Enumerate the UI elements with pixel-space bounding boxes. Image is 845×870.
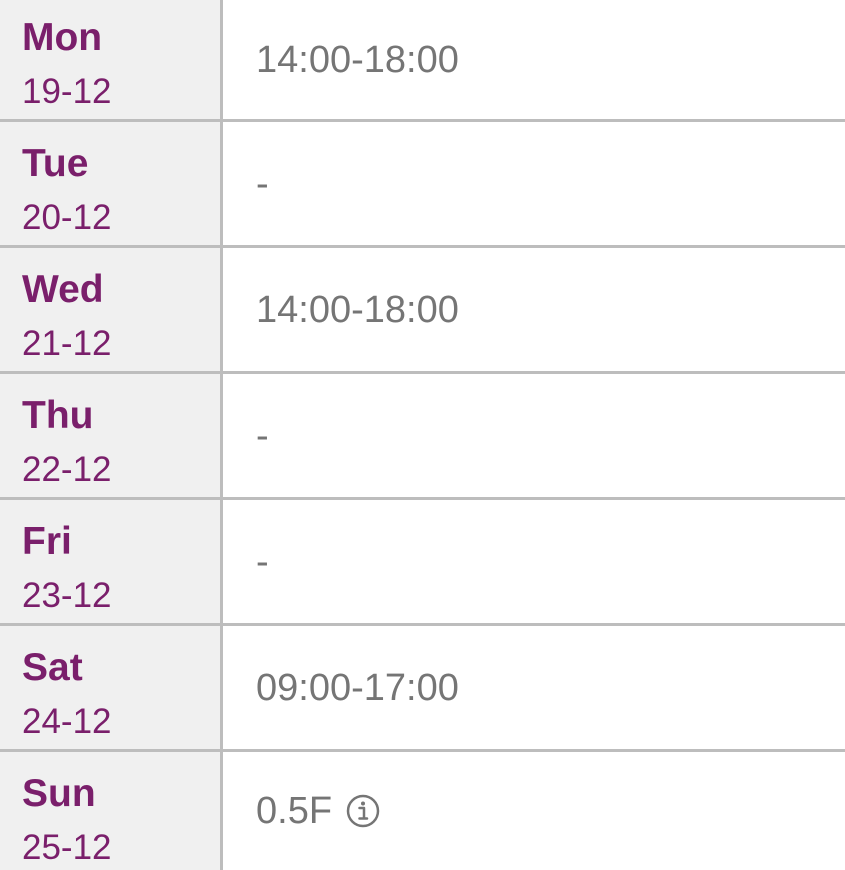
day-date: 24-12: [22, 702, 112, 741]
info-icon[interactable]: [346, 794, 380, 828]
hours-text: 14:00-18:00: [256, 288, 459, 331]
day-name: Mon: [22, 16, 103, 59]
hours-cell: -: [223, 374, 845, 497]
day-name: Wed: [22, 268, 104, 311]
hours-text: -: [256, 414, 269, 457]
hours-text: -: [256, 540, 269, 583]
weekly-schedule: Mon 19-12 14:00-18:00 Tue 20-12 - Wed 21…: [0, 0, 845, 870]
day-cell: Tue 20-12: [0, 122, 220, 245]
day-date: 25-12: [22, 828, 112, 867]
hours-text: 09:00-17:00: [256, 666, 459, 709]
day-name: Sat: [22, 646, 83, 689]
schedule-row: Thu 22-12 -: [0, 374, 845, 497]
day-cell: Sun 25-12: [0, 752, 220, 870]
hours-text: 14:00-18:00: [256, 38, 459, 81]
schedule-row: Sat 24-12 09:00-17:00: [0, 626, 845, 749]
day-date: 19-12: [22, 72, 112, 111]
hours-text: 0.5F: [256, 790, 333, 832]
day-date: 22-12: [22, 450, 112, 489]
day-name: Thu: [22, 394, 94, 437]
hours-cell: 09:00-17:00: [223, 626, 845, 749]
hours-cell: 14:00-18:00: [223, 0, 845, 119]
day-cell: Sat 24-12: [0, 626, 220, 749]
schedule-row: Tue 20-12 -: [0, 122, 845, 245]
day-name: Fri: [22, 520, 72, 563]
hours-cell: 0.5F: [223, 752, 845, 870]
hours-cell: 14:00-18:00: [223, 248, 845, 371]
schedule-row: Fri 23-12 -: [0, 500, 845, 623]
day-name: Sun: [22, 772, 96, 815]
hours-with-info: 0.5F: [256, 792, 380, 830]
hours-cell: -: [223, 122, 845, 245]
day-name: Tue: [22, 142, 89, 185]
day-cell: Mon 19-12: [0, 0, 220, 119]
schedule-row: Sun 25-12 0.5F: [0, 752, 845, 870]
day-date: 23-12: [22, 576, 112, 615]
day-date: 20-12: [22, 198, 112, 237]
hours-cell: -: [223, 500, 845, 623]
day-date: 21-12: [22, 324, 112, 363]
schedule-row: Wed 21-12 14:00-18:00: [0, 248, 845, 371]
schedule-row: Mon 19-12 14:00-18:00: [0, 0, 845, 119]
hours-text: -: [256, 162, 269, 205]
day-cell: Thu 22-12: [0, 374, 220, 497]
day-cell: Wed 21-12: [0, 248, 220, 371]
day-cell: Fri 23-12: [0, 500, 220, 623]
